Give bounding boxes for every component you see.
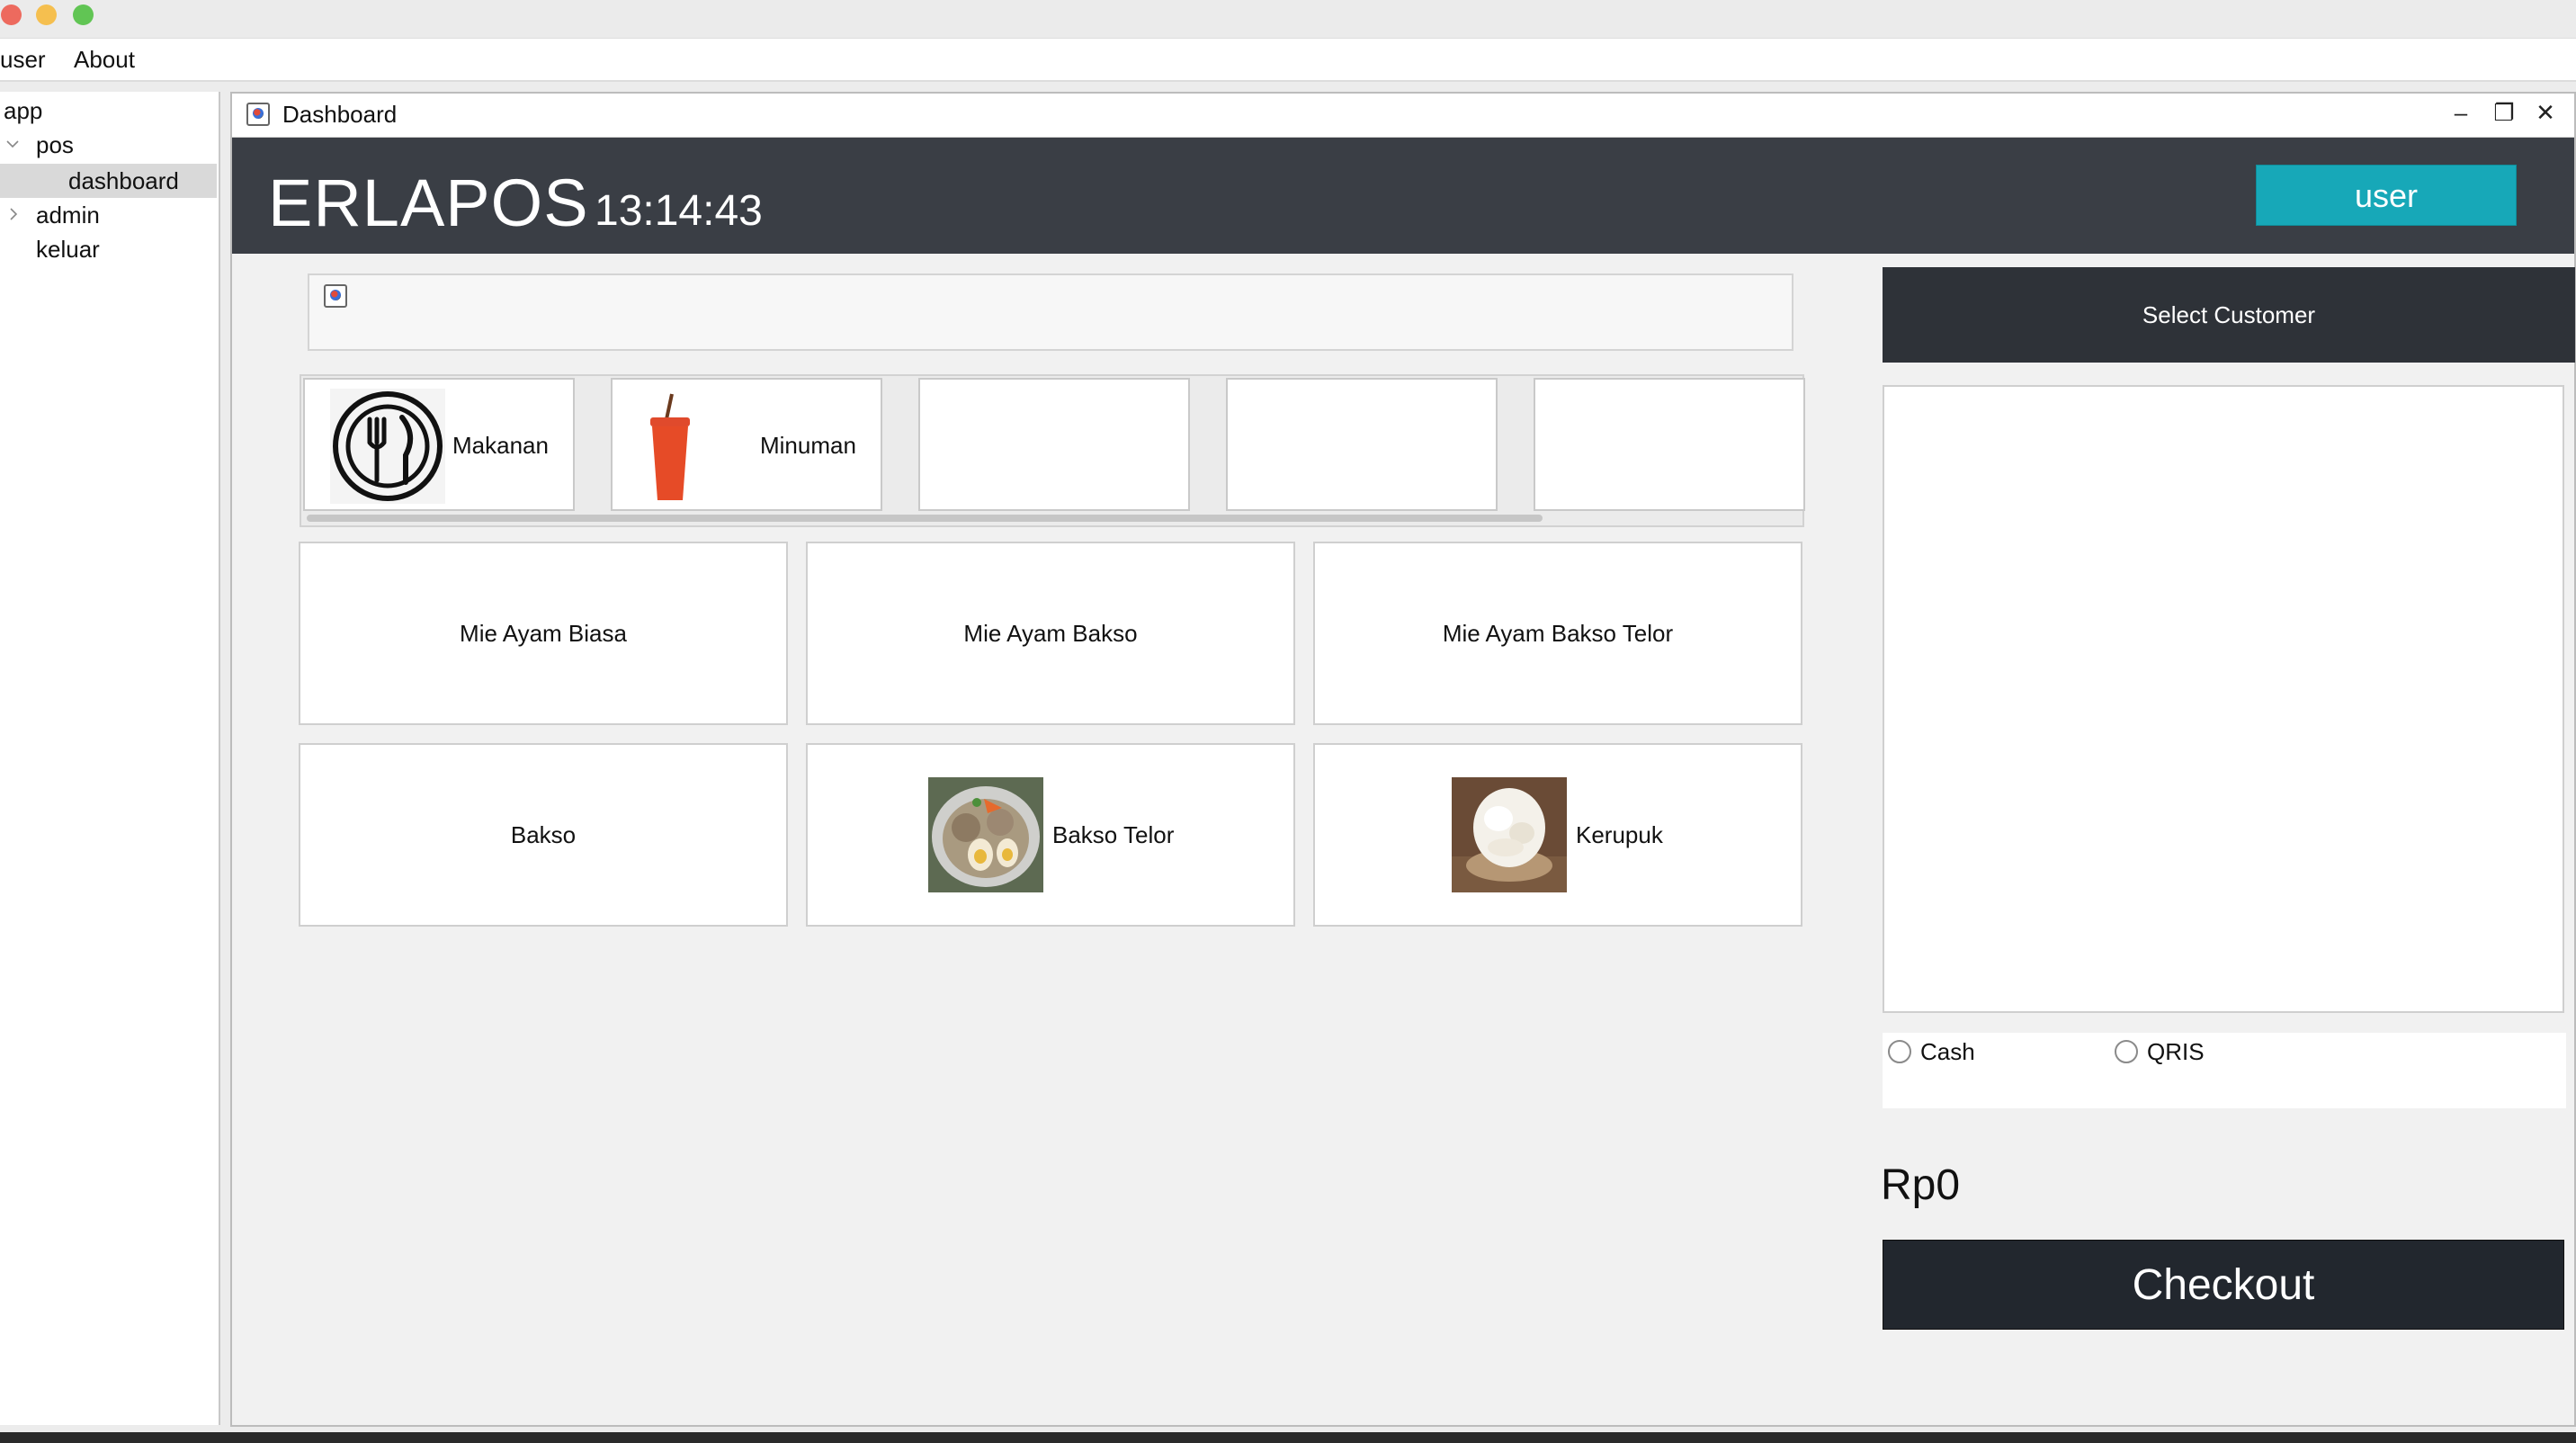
user-button[interactable]: user	[2256, 165, 2517, 226]
menu-bar: user About	[0, 38, 2576, 82]
tree-item-pos[interactable]: pos	[0, 128, 217, 162]
product-name: Mie Ayam Bakso	[963, 619, 1138, 647]
qris-label: QRIS	[2147, 1038, 2205, 1065]
navigation-tree: app pos dashboard admin keluar	[0, 92, 220, 1425]
product-name: Bakso Telor	[1052, 820, 1175, 848]
tree-root-app[interactable]: app	[0, 94, 217, 128]
tree-item-label: admin	[36, 202, 100, 229]
drink-cup-icon	[650, 393, 690, 500]
product-name: Mie Ayam Bakso Telor	[1442, 619, 1674, 647]
cash-radio[interactable]	[1888, 1040, 1911, 1063]
qris-radio[interactable]	[2115, 1040, 2138, 1063]
product-card[interactable]: Mie Ayam Bakso Telor	[1313, 542, 1802, 725]
product-name: Bakso	[510, 820, 577, 848]
app-header: ERLAPOS 13:14:43 user	[232, 138, 2574, 254]
category-card-empty[interactable]	[918, 378, 1190, 511]
checkout-button[interactable]: Checkout	[1883, 1240, 2564, 1330]
category-card-empty[interactable]	[1534, 378, 1805, 511]
total-amount: Rp0	[1881, 1161, 1961, 1209]
dashboard-internal-window: Dashboard – ❐ ✕ ERLAPOS 13:14:43 user Ma…	[230, 92, 2576, 1427]
tree-item-dashboard[interactable]: dashboard	[0, 164, 217, 198]
product-name: Mie Ayam Biasa	[460, 619, 627, 647]
category-scrollbar[interactable]	[307, 515, 1543, 522]
product-name: Kerupuk	[1576, 820, 1663, 848]
internal-window-title-bar: Dashboard – ❐ ✕	[232, 94, 2574, 138]
product-card[interactable]: Mie Ayam Bakso	[806, 542, 1295, 725]
close-icon[interactable]: ✕	[2531, 99, 2560, 127]
restore-icon[interactable]: ❐	[2490, 99, 2518, 127]
tree-item-admin[interactable]: admin	[0, 198, 217, 232]
os-title-bar	[0, 0, 2576, 38]
minimize-window-icon[interactable]	[36, 4, 57, 25]
java-app-icon	[324, 284, 347, 308]
category-card-minuman[interactable]: Minuman	[611, 378, 882, 511]
minimize-icon[interactable]: –	[2446, 99, 2475, 127]
tree-item-keluar[interactable]: keluar	[0, 232, 217, 266]
close-window-icon[interactable]	[1, 4, 22, 25]
product-card[interactable]: Bakso Telor	[806, 743, 1295, 927]
category-label: Minuman	[760, 432, 856, 459]
window-title: Dashboard	[282, 101, 398, 128]
tree-root-label: app	[4, 97, 43, 124]
menu-user[interactable]: user	[0, 46, 46, 74]
product-card[interactable]: Bakso	[299, 743, 788, 927]
brand-title: ERLAPOS	[268, 166, 589, 240]
cash-label: Cash	[1920, 1038, 1975, 1065]
plate-fork-knife-icon	[330, 389, 445, 504]
category-card-empty[interactable]	[1226, 378, 1498, 511]
tree-item-label: pos	[36, 131, 74, 158]
menu-about[interactable]: About	[74, 46, 135, 74]
category-strip: Makanan Minuman	[300, 374, 1805, 527]
payment-method-row: Cash QRIS	[1883, 1033, 2566, 1108]
dock-edge	[0, 1432, 2576, 1443]
java-app-icon	[246, 103, 270, 126]
product-card[interactable]: Mie Ayam Biasa	[299, 542, 788, 725]
category-label: Makanan	[452, 432, 549, 459]
select-customer-button[interactable]: Select Customer	[1883, 267, 2575, 363]
tree-item-label: keluar	[36, 236, 100, 263]
tree-item-label: dashboard	[68, 167, 179, 194]
category-card-makanan[interactable]: Makanan	[303, 378, 575, 511]
zoom-window-icon[interactable]	[73, 4, 94, 25]
product-card[interactable]: Kerupuk	[1313, 743, 1802, 927]
cart-list	[1883, 385, 2564, 1013]
search-bar[interactable]	[308, 273, 1793, 351]
clock: 13:14:43	[595, 187, 763, 235]
